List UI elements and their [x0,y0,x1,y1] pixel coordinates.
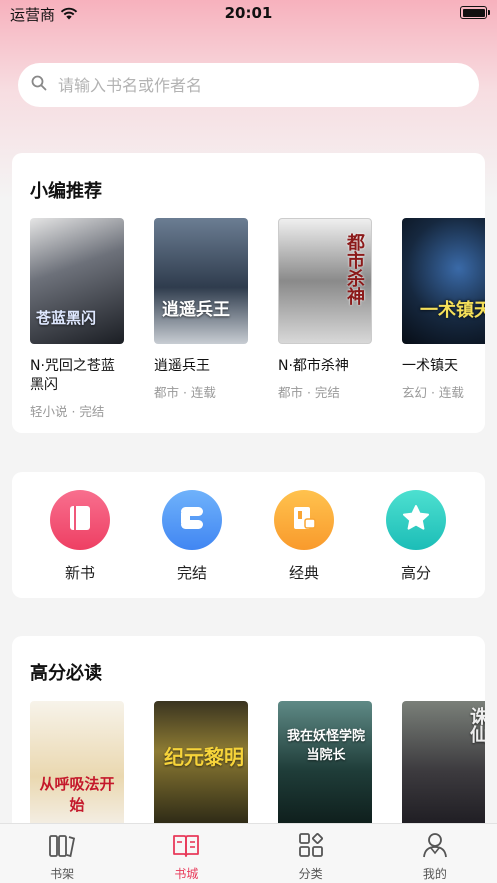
completed-icon [178,504,206,536]
book-list: 苍蓝黑闪 N·咒回之苍蓝黑闪 轻小说 · 完结 逍遥兵王 逍遥兵王 都市 · 连… [30,218,485,420]
book-item[interactable]: 诛仙 [402,701,485,827]
battery-icon [460,6,490,19]
category-label: 新书 [64,564,95,582]
book-item[interactable]: 从呼吸法开始 [30,701,154,827]
category-label: 高分 [400,564,431,582]
search-input[interactable] [58,75,438,95]
book-cover[interactable]: 都市杀神 [278,218,372,344]
book-title: N·咒回之苍蓝黑闪 [30,358,115,393]
section-title: 小编推荐 [30,181,102,202]
recommend-section: 小编推荐 苍蓝黑闪 N·咒回之苍蓝黑闪 轻小说 · 完结 逍遥兵王 逍遥兵王 都… [12,153,485,433]
book-item[interactable]: 都市杀神 N·都市杀神 都市 · 完结 [278,218,402,420]
book-cover[interactable]: 诛仙 [402,701,485,827]
category-new[interactable]: 新书 [24,490,136,583]
book-item[interactable]: 苍蓝黑闪 N·咒回之苍蓝黑闪 轻小说 · 完结 [30,218,154,420]
search-bar[interactable] [18,63,479,107]
book-list: 从呼吸法开始 纪元黎明 我在妖怪学院当院长 诛仙 [30,701,485,827]
category-label: 经典 [288,564,319,582]
category-section: 新书 完结 经典 高分 [12,472,485,598]
book-meta: 都市 · 连载 [154,385,216,400]
book-title: 一术镇天 [402,358,458,374]
book-title: N·都市杀神 [278,358,349,374]
profile-icon [421,832,449,862]
tab-profile[interactable]: 我的 [373,824,497,883]
book-cover[interactable]: 纪元黎明 [154,701,248,827]
search-icon [31,75,47,95]
book-cover[interactable]: 我在妖怪学院当院长 [278,701,372,827]
section-title: 高分必读 [30,663,102,684]
tab-bookstore[interactable]: 书城 [124,824,248,883]
book-meta: 玄幻 · 连载 [402,385,464,400]
category-completed[interactable]: 完结 [136,490,248,583]
book-meta: 轻小说 · 完结 [30,404,105,419]
classic-icon [290,504,318,536]
book-title: 逍遥兵王 [154,358,210,374]
category-label: 完结 [176,564,207,582]
book-item[interactable]: 纪元黎明 [154,701,278,827]
category-classic[interactable]: 经典 [248,490,360,583]
book-cover[interactable]: 从呼吸法开始 [30,701,124,827]
book-meta: 都市 · 完结 [278,385,340,400]
book-cover[interactable]: 苍蓝黑闪 [30,218,124,344]
status-bar: 运营商 20:01 [0,0,497,26]
bookstore-icon [172,832,200,862]
book-item[interactable]: 我在妖怪学院当院长 [278,701,402,827]
tab-category[interactable]: 分类 [249,824,373,883]
tab-bar: 书架 书城 分类 我的 [0,823,497,883]
book-item[interactable]: 一术镇天 一术镇天 玄幻 · 连载 [402,218,485,420]
bookshelf-icon [48,832,76,862]
star-icon [401,503,431,537]
status-time: 20:01 [224,4,273,22]
tab-bookshelf[interactable]: 书架 [0,824,124,883]
book-icon [67,504,93,536]
category-high-score[interactable]: 高分 [360,490,472,583]
book-item[interactable]: 逍遥兵王 逍遥兵王 都市 · 连载 [154,218,278,420]
book-cover[interactable]: 一术镇天 [402,218,485,344]
book-cover[interactable]: 逍遥兵王 [154,218,248,344]
category-icon [297,832,325,862]
